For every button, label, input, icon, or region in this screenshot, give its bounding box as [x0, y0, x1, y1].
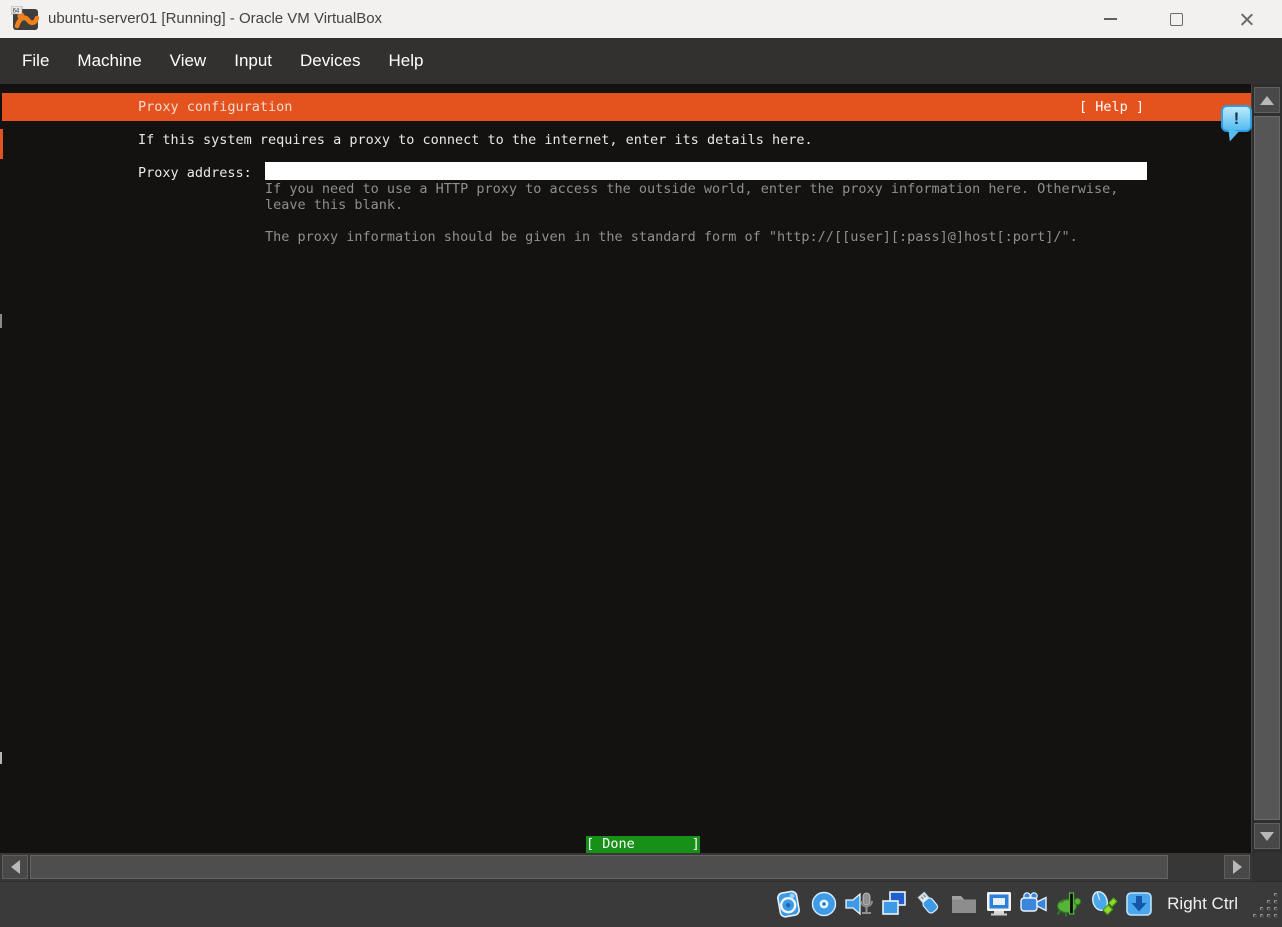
menu-view[interactable]: View — [156, 38, 221, 84]
display-icon[interactable] — [984, 889, 1014, 919]
minimize-icon — [1104, 18, 1117, 20]
installer-intro-text: If this system requires a proxy to conne… — [138, 132, 813, 148]
mouse-integration-icon[interactable] — [1089, 889, 1119, 919]
horizontal-scroll-thumb[interactable] — [30, 855, 1168, 879]
done-button[interactable]: [ Done ] — [586, 836, 700, 853]
screen-edge-fragment — [0, 314, 2, 328]
vm-display[interactable]: Proxy configuration [ Help ] If this sys… — [0, 84, 1282, 853]
optical-drives-icon[interactable] — [809, 889, 839, 919]
close-button[interactable] — [1223, 0, 1269, 38]
maximize-icon — [1170, 13, 1183, 26]
help-button[interactable]: [ Help ] — [1079, 93, 1144, 121]
menu-input[interactable]: Input — [220, 38, 286, 84]
audio-icon[interactable] — [844, 889, 874, 919]
status-icon-row: Right Ctrl — [774, 889, 1238, 919]
installer-title: Proxy configuration — [138, 93, 292, 121]
menu-file[interactable]: File — [8, 38, 63, 84]
scroll-up-button[interactable] — [1254, 87, 1280, 113]
proxy-help-line: The proxy information should be given in… — [265, 229, 1078, 245]
arrow-up-icon — [1260, 96, 1274, 105]
usb-devices-icon[interactable] — [914, 889, 944, 919]
proxy-help-line: leave this blank. — [265, 197, 403, 213]
window-title: ubuntu-server01 [Running] - Oracle VM Vi… — [48, 0, 382, 38]
svg-text:64: 64 — [13, 8, 20, 14]
proxy-address-input[interactable] — [265, 162, 1147, 180]
horizontal-scrollbar[interactable] — [0, 853, 1282, 881]
minimize-button[interactable] — [1087, 0, 1133, 38]
host-key-label: Right Ctrl — [1167, 894, 1238, 914]
hard-disks-icon[interactable] — [774, 889, 804, 919]
resize-grip[interactable] — [1253, 893, 1279, 925]
scroll-left-button[interactable] — [2, 855, 28, 879]
close-icon — [1239, 12, 1254, 27]
vertical-scrollbar[interactable] — [1251, 84, 1282, 853]
shared-folders-icon[interactable] — [949, 889, 979, 919]
network-icon[interactable] — [879, 889, 909, 919]
proxy-help-line: If you need to use a HTTP proxy to acces… — [265, 181, 1118, 197]
menu-devices[interactable]: Devices — [286, 38, 374, 84]
vertical-scroll-thumb[interactable] — [1254, 116, 1280, 820]
notification-bubble-icon[interactable]: ! — [1221, 105, 1252, 132]
menu-help[interactable]: Help — [375, 38, 438, 84]
menubar: File Machine View Input Devices Help — [0, 38, 1282, 84]
titlebar[interactable]: 64 ubuntu-server01 [Running] - Oracle VM… — [0, 0, 1282, 38]
installer-header-bar: Proxy configuration [ Help ] — [2, 93, 1252, 121]
arrow-right-icon — [1233, 860, 1242, 874]
recording-icon[interactable] — [1019, 889, 1049, 919]
scroll-right-button[interactable] — [1224, 855, 1250, 879]
proxy-address-label: Proxy address: — [138, 165, 252, 181]
keyboard-host-icon[interactable] — [1124, 889, 1154, 919]
virtualbox-vm-icon: 64 — [11, 6, 39, 32]
scroll-down-button[interactable] — [1254, 823, 1280, 849]
screen-edge-fragment — [0, 752, 2, 764]
scrollbar-corner — [1252, 853, 1282, 881]
features-turtle-icon[interactable] — [1054, 889, 1084, 919]
statusbar: Right Ctrl — [0, 881, 1282, 927]
arrow-down-icon — [1260, 832, 1274, 841]
virtualbox-window: 64 ubuntu-server01 [Running] - Oracle VM… — [0, 0, 1282, 927]
arrow-left-icon — [11, 860, 20, 874]
maximize-button[interactable] — [1153, 0, 1199, 38]
screen-edge-fragment — [0, 129, 3, 159]
menu-machine[interactable]: Machine — [63, 38, 155, 84]
